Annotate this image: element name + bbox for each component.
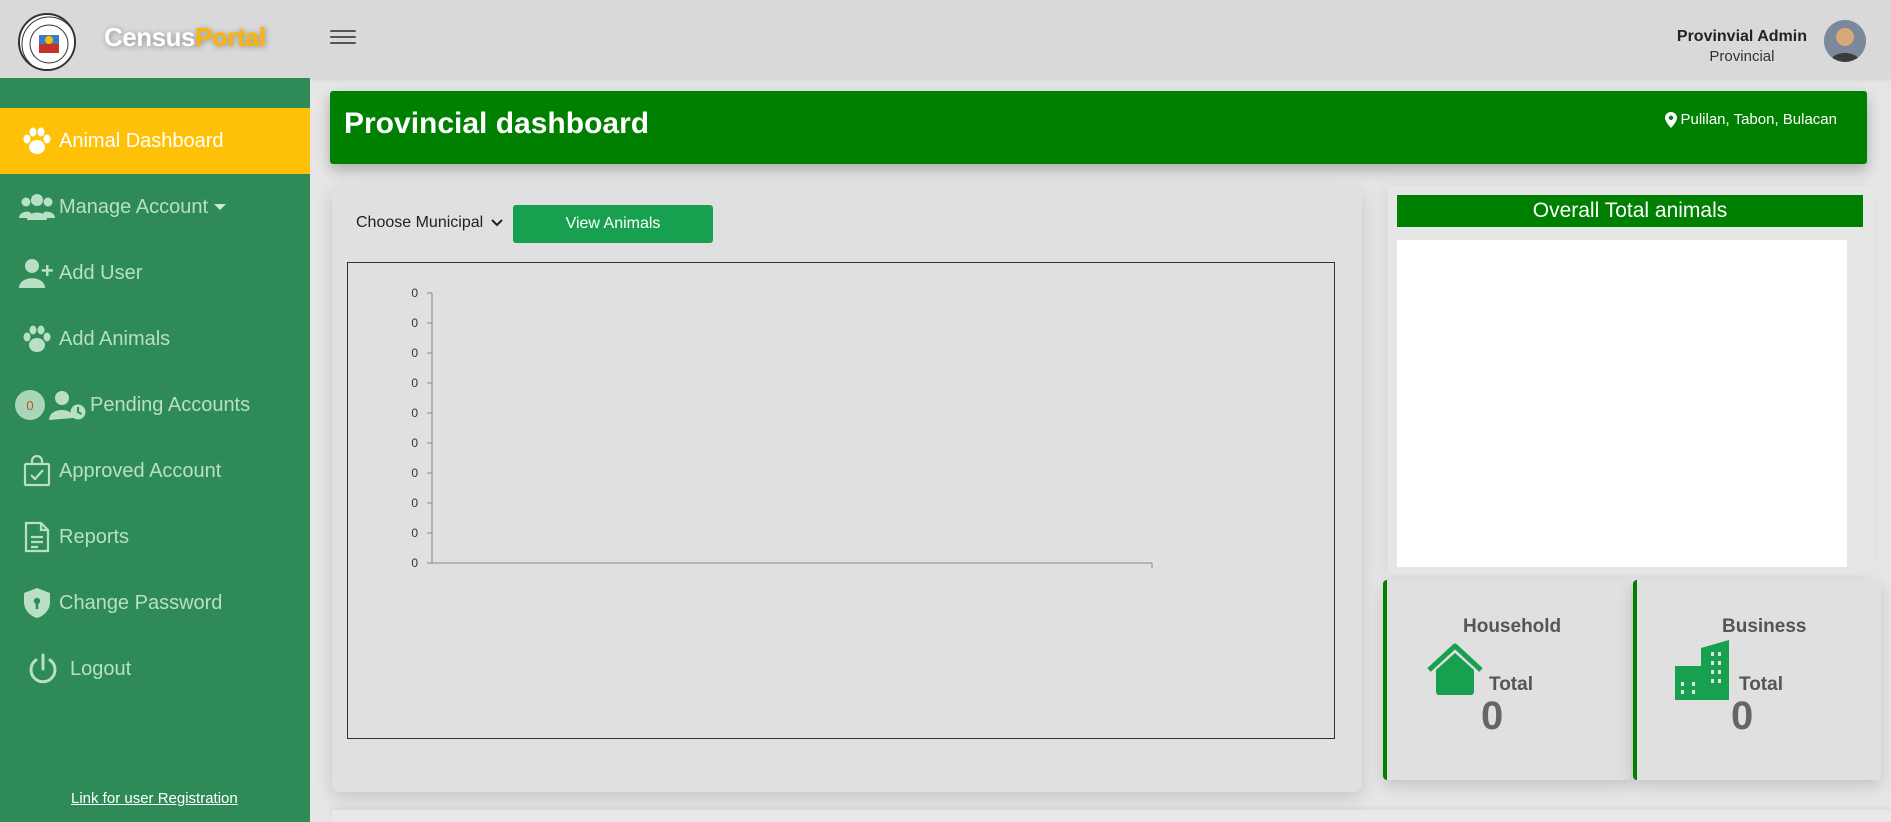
- municipal-select-value: Choose Municipal: [356, 214, 484, 231]
- business-total-label: Total: [1739, 674, 1783, 695]
- location-text: Pulilan, Tabon, Bulacan: [1680, 111, 1837, 128]
- document-icon: [18, 520, 56, 554]
- overall-total-chart-area: [1397, 240, 1847, 567]
- y-tick-label: 0: [411, 376, 418, 390]
- user-clock-icon: [49, 388, 87, 422]
- overall-total-title: Overall Total animals: [1397, 195, 1863, 227]
- user-info: Provinvial Admin Provincial: [1677, 28, 1807, 65]
- map-pin-icon: [1665, 111, 1678, 128]
- business-total-value: 0: [1731, 694, 1754, 738]
- y-tick-label: 0: [411, 556, 418, 570]
- brand-part-census: Census: [104, 22, 195, 52]
- sidebar-item-add-animals[interactable]: Add Animals: [0, 306, 310, 372]
- top-bar: CensusPortal Provinvial Admin Provincial: [0, 0, 1891, 78]
- sidebar-item-label: Pending Accounts: [90, 393, 251, 416]
- location-label: Pulilan, Tabon, Bulacan: [1665, 111, 1837, 128]
- user-registration-link[interactable]: Link for user Registration: [71, 790, 238, 807]
- sidebar: Animal Dashboard Manage Account Add User…: [0, 78, 310, 822]
- sidebar-item-label: Manage Account: [59, 195, 208, 218]
- sidebar-item-change-password[interactable]: Change Password: [0, 570, 310, 636]
- paw-icon: [18, 322, 56, 356]
- page-title: Provincial dashboard: [344, 107, 650, 140]
- y-tick-label: 0: [411, 316, 418, 330]
- y-tick-label: 0: [411, 526, 418, 540]
- bag-check-icon: [18, 454, 56, 488]
- next-section-edge: [332, 810, 1891, 822]
- y-tick-label: 0: [411, 496, 418, 510]
- sidebar-item-reports[interactable]: Reports: [0, 504, 310, 570]
- user-role: Provincial: [1709, 48, 1775, 65]
- chart-panel: Choose Municipal View Animals 0 0 0 0 0 0 0 0 0 0: [332, 186, 1362, 792]
- municipal-select[interactable]: Choose Municipal: [356, 214, 503, 232]
- household-total-label: Total: [1489, 674, 1533, 695]
- business-title: Business: [1722, 616, 1807, 637]
- paw-icon: [18, 124, 56, 158]
- y-tick-label: 0: [411, 346, 418, 360]
- shield-lock-icon: [18, 586, 56, 620]
- y-tick-label: 0: [411, 466, 418, 480]
- y-tick-label: 0: [411, 406, 418, 420]
- animals-chart: 0 0 0 0 0 0 0 0 0 0: [347, 262, 1335, 739]
- y-tick-label: 0: [411, 436, 418, 450]
- user-plus-icon: [18, 256, 56, 290]
- household-card: Household Total 0: [1383, 580, 1631, 780]
- brand-name: CensusPortal: [104, 22, 266, 53]
- sidebar-item-logout[interactable]: Logout: [0, 636, 310, 702]
- sidebar-item-approved-account[interactable]: Approved Account: [0, 438, 310, 504]
- user-name: Provinvial Admin: [1676, 28, 1807, 45]
- chevron-down-icon: [491, 219, 503, 227]
- overall-total-panel: Overall Total animals: [1388, 186, 1874, 575]
- sidebar-item-label: Animal Dashboard: [59, 129, 224, 152]
- chart-svg: 0 0 0 0 0 0 0 0 0 0: [411, 286, 1153, 570]
- sidebar-item-label: Add Animals: [59, 327, 171, 350]
- chevron-down-icon: [214, 204, 226, 210]
- view-animals-button[interactable]: View Animals: [513, 205, 713, 243]
- household-total-value: 0: [1481, 694, 1504, 738]
- brand-part-portal: Portal: [194, 22, 266, 52]
- business-card: Business Total 0: [1633, 580, 1881, 780]
- household-title: Household: [1463, 616, 1562, 637]
- hamburger-menu-icon[interactable]: [330, 26, 356, 48]
- sidebar-item-label: Logout: [70, 657, 132, 680]
- sidebar-item-pending-accounts[interactable]: 0 Pending Accounts: [0, 372, 310, 438]
- sidebar-item-label: Change Password: [59, 591, 223, 614]
- house-icon: [1427, 643, 1483, 695]
- dashboard-header: Provincial dashboard Pulilan, Tabon, Bul…: [330, 91, 1867, 164]
- sidebar-item-label: Approved Account: [59, 459, 222, 482]
- power-icon: [24, 652, 62, 686]
- y-tick-label: 0: [411, 286, 418, 300]
- avatar[interactable]: [1824, 20, 1866, 62]
- province-seal-logo: [18, 13, 76, 71]
- sidebar-item-animal-dashboard[interactable]: Animal Dashboard: [0, 108, 310, 174]
- sidebar-item-label: Reports: [59, 525, 130, 548]
- users-icon: [18, 190, 56, 224]
- pending-count-badge: 0: [15, 390, 45, 420]
- sidebar-item-manage-account[interactable]: Manage Account: [0, 174, 310, 240]
- sidebar-item-label: Add User: [59, 261, 143, 284]
- sidebar-item-add-user[interactable]: Add User: [0, 240, 310, 306]
- building-icon: [1675, 640, 1729, 700]
